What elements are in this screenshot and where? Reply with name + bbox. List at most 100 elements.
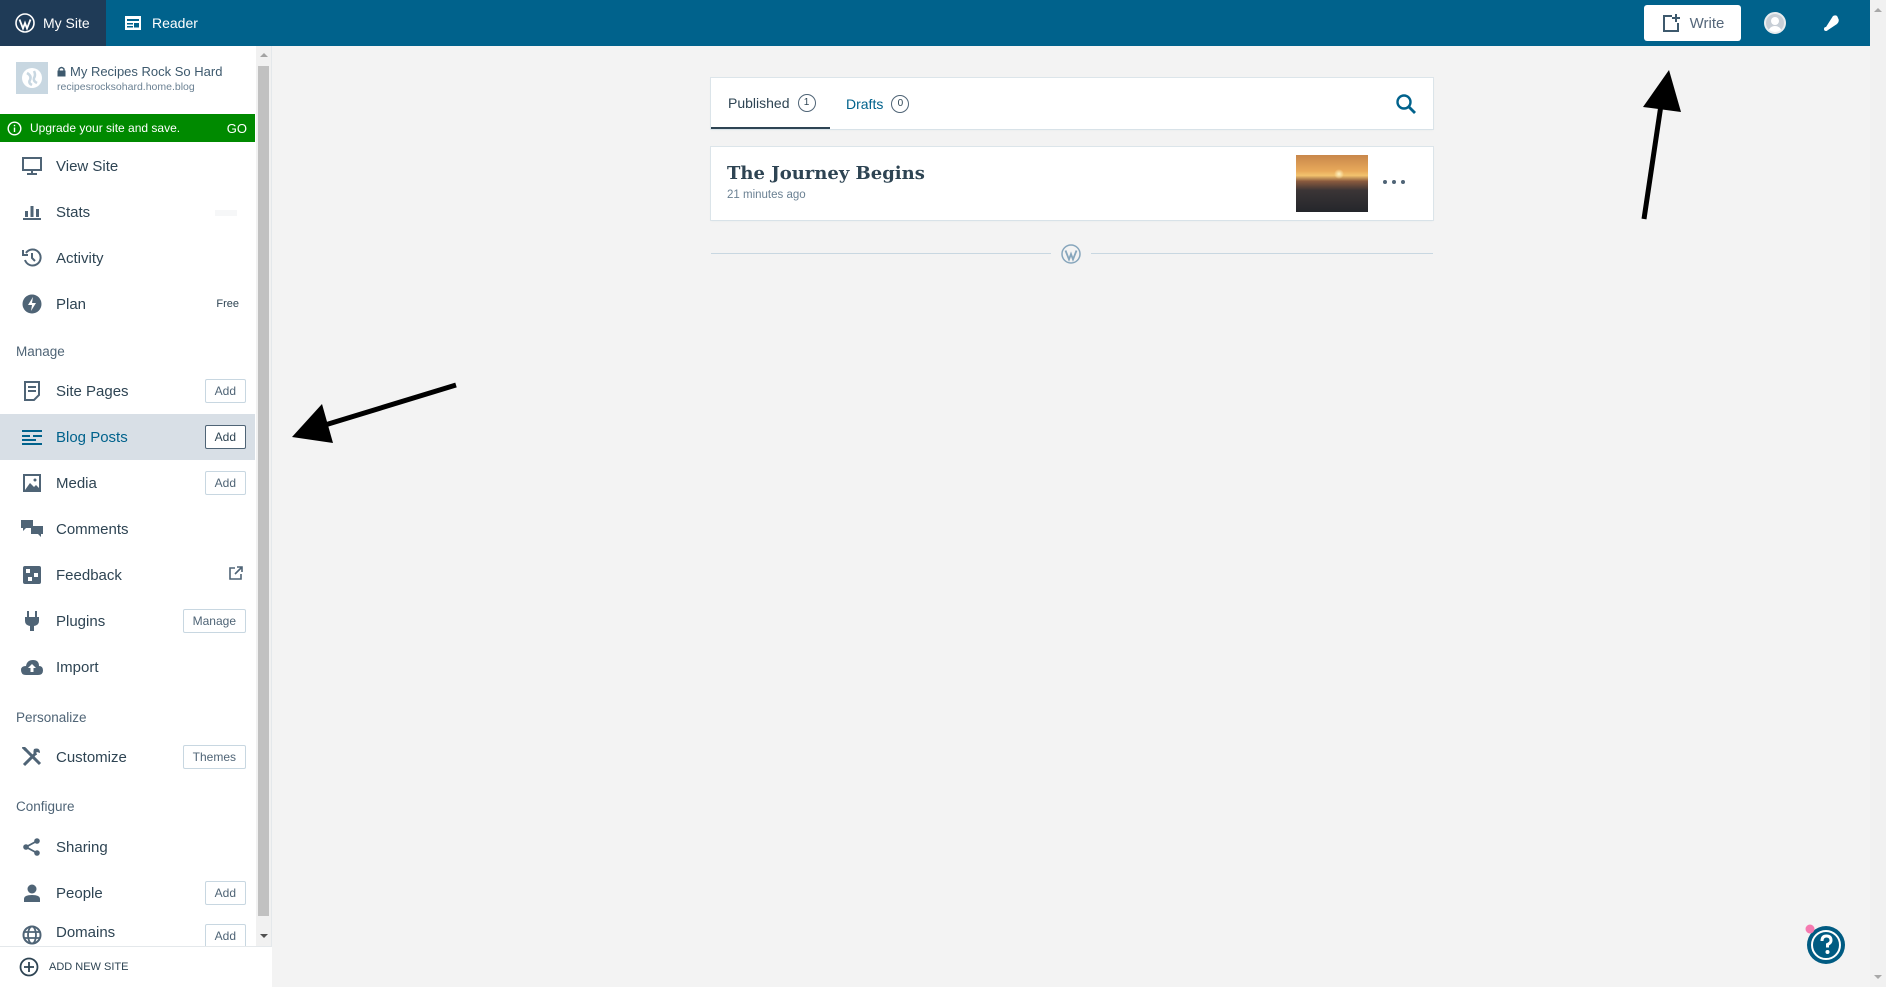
sidebar-item-stats[interactable]: Stats <box>0 189 255 235</box>
cloud-upload-icon <box>21 656 43 678</box>
sidebar-item-feedback[interactable]: Feedback <box>0 552 255 598</box>
sidebar-item-label: View Site <box>56 157 119 175</box>
tab-label: Published <box>728 94 790 111</box>
upgrade-text: Upgrade your site and save. <box>30 121 181 135</box>
plan-icon <box>21 293 43 315</box>
annotation-arrow-to-blog-posts <box>292 382 457 443</box>
annotation-arrow-to-write <box>1641 70 1681 220</box>
sidebar-item-sharing[interactable]: Sharing <box>0 824 255 870</box>
external-link-icon <box>229 566 243 584</box>
posts-section-nav: Published 1 Drafts 0 <box>711 78 1433 129</box>
page-icon <box>21 380 43 402</box>
published-count: 1 <box>797 93 816 112</box>
tab-drafts[interactable]: Drafts 0 <box>846 78 910 129</box>
section-heading-manage: Manage <box>16 344 65 359</box>
comments-icon <box>21 518 43 540</box>
sidebar-item-label: Customize <box>56 748 127 766</box>
sidebar-item-comments[interactable]: Comments <box>0 506 255 552</box>
posts-icon <box>21 426 43 448</box>
post-featured-image[interactable] <box>1296 155 1368 212</box>
monitor-icon <box>21 155 43 177</box>
sidebar-item-label: Import <box>56 658 99 676</box>
sidebar-item-media[interactable]: Media Add <box>0 460 255 506</box>
sidebar: My Recipes Rock So Hard recipesrocksohar… <box>0 46 272 987</box>
upgrade-banner[interactable]: Upgrade your site and save. GO <box>0 114 255 142</box>
site-globe-icon <box>16 62 48 94</box>
feedback-icon <box>21 564 43 586</box>
sidebar-item-label: Site Pages <box>56 382 129 400</box>
sidebar-item-label: Activity <box>56 249 104 267</box>
sidebar-item-view-site[interactable]: View Site <box>0 143 255 189</box>
notifications-bell-icon[interactable] <box>1820 12 1842 34</box>
my-site-tab[interactable]: My Site <box>0 0 106 46</box>
globe-icon <box>21 924 43 946</box>
sidebar-item-label: Blog Posts <box>56 428 128 446</box>
plus-circle-icon <box>19 957 39 977</box>
lock-icon <box>57 66 66 76</box>
sidebar-item-people[interactable]: People Add <box>0 870 255 916</box>
my-site-label: My Site <box>43 15 90 31</box>
search-icon[interactable] <box>1395 93 1417 115</box>
write-button[interactable]: Write <box>1644 5 1741 41</box>
history-icon <box>21 247 43 269</box>
sidebar-item-label: Plugins <box>56 612 106 630</box>
sidebar-item-label: Domains <box>56 924 116 941</box>
sidebar-item-import[interactable]: Import <box>0 644 255 690</box>
sidebar-item-label: Sharing <box>56 838 108 856</box>
sidebar-item-plan[interactable]: Plan Free <box>0 281 255 327</box>
reader-label: Reader <box>152 15 198 31</box>
image-icon <box>21 472 43 494</box>
upgrade-go-link[interactable]: GO <box>227 121 247 136</box>
section-heading-personalize: Personalize <box>16 710 87 725</box>
sidebar-item-label: People <box>56 884 103 902</box>
masterbar: My Site Reader <box>0 0 1870 46</box>
add-domain-button[interactable]: Add <box>204 924 246 946</box>
site-title: My Recipes Rock So Hard <box>70 63 223 79</box>
sidebar-scroll-thumb[interactable] <box>258 66 269 916</box>
plug-icon <box>21 610 43 632</box>
reader-icon <box>125 16 141 30</box>
sidebar-scrollbar[interactable] <box>256 46 271 946</box>
sidebar-item-label: Feedback <box>56 566 122 584</box>
sidebar-item-label: Plan <box>56 295 87 313</box>
sidebar-item-customize[interactable]: Customize Themes <box>0 734 255 780</box>
wordpress-logo-icon <box>1060 243 1082 265</box>
add-new-site-button[interactable]: ADD NEW SITE <box>0 946 272 987</box>
page-scrollbar[interactable] <box>1870 0 1886 987</box>
sidebar-item-domains[interactable]: Domains Add <box>0 916 255 946</box>
stats-icon <box>21 201 43 223</box>
post-timestamp: 21 minutes ago <box>727 189 806 201</box>
share-icon <box>21 836 43 858</box>
sidebar-item-label: Media <box>56 474 97 492</box>
help-icon[interactable] <box>1805 924 1847 966</box>
info-icon <box>7 120 22 136</box>
sidebar-item-label: Comments <box>56 520 129 538</box>
write-label: Write <box>1689 14 1725 32</box>
person-icon <box>21 882 43 904</box>
themes-button[interactable]: Themes <box>182 745 246 769</box>
sidebar-item-blog-posts[interactable]: Blog Posts Add <box>0 414 255 460</box>
user-avatar[interactable] <box>1764 12 1786 34</box>
site-url: recipesrocksohard.home.blog <box>57 80 195 93</box>
current-site-card[interactable]: My Recipes Rock So Hard recipesrocksohar… <box>0 46 256 110</box>
post-actions-ellipsis-icon[interactable] <box>1383 175 1405 189</box>
sidebar-item-label: Stats <box>56 203 91 221</box>
tab-label: Drafts <box>846 95 884 112</box>
add-media-button[interactable]: Add <box>204 471 246 495</box>
sidebar-item-site-pages[interactable]: Site Pages Add <box>0 368 255 414</box>
section-heading-configure: Configure <box>16 799 75 814</box>
reader-tab[interactable]: Reader <box>106 0 214 46</box>
post-title[interactable]: The Journey Begins <box>727 163 925 184</box>
manage-plugins-button[interactable]: Manage <box>182 609 246 633</box>
add-new-site-label: ADD NEW SITE <box>49 961 129 973</box>
tools-icon <box>21 746 43 768</box>
add-post-button[interactable]: Add <box>204 425 246 449</box>
plan-badge: Free <box>216 298 239 310</box>
add-people-button[interactable]: Add <box>204 881 246 905</box>
tab-published[interactable]: Published 1 <box>711 78 830 129</box>
drafts-count: 0 <box>891 94 910 113</box>
post-item: The Journey Begins 21 minutes ago <box>711 147 1433 220</box>
add-page-button[interactable]: Add <box>204 379 246 403</box>
sidebar-item-plugins[interactable]: Plugins Manage <box>0 598 255 644</box>
sidebar-item-activity[interactable]: Activity <box>0 235 255 281</box>
